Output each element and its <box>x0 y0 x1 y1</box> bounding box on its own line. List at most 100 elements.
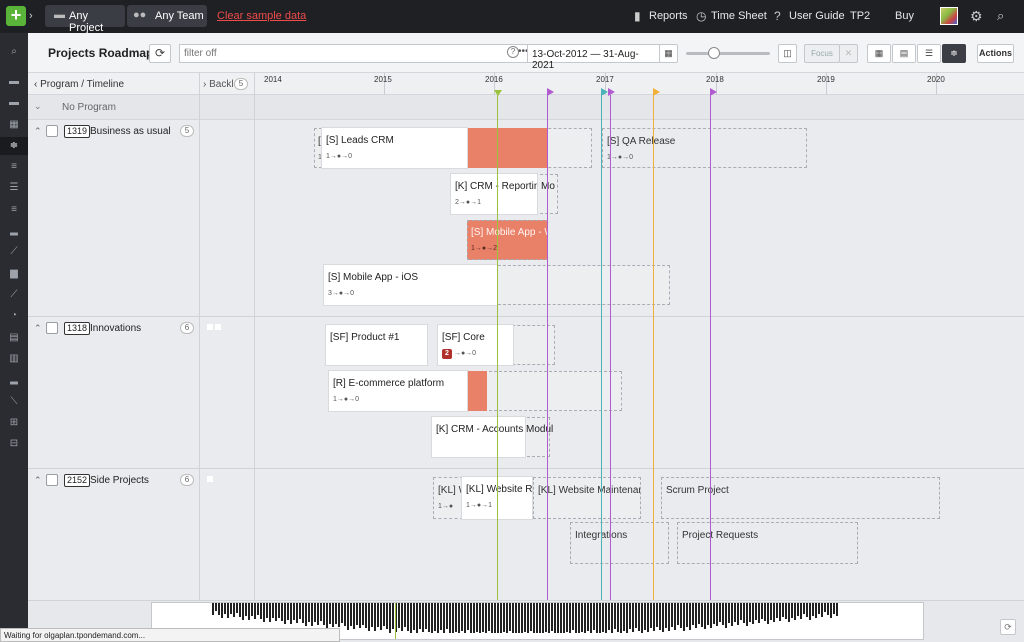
tree-icon[interactable]: ⊞ <box>7 417 21 429</box>
zoom-slider[interactable] <box>686 47 770 59</box>
lane-name[interactable]: Side Projects <box>90 475 149 486</box>
overview-bar <box>314 603 316 622</box>
chevron-up-icon[interactable]: ⌃ <box>34 475 42 486</box>
milestone-flag-icon[interactable] <box>608 88 615 96</box>
overview-bar <box>686 603 688 627</box>
gear-icon[interactable]: ⚙ <box>970 8 983 25</box>
card-name: [S] Leads CRM <box>326 135 394 146</box>
card-crm-reporting[interactable]: [K] CRM - Reporting 2→●→1 <box>451 174 537 214</box>
view-grid-button[interactable]: ▦ <box>867 44 891 63</box>
roadmap-bar-leads-crm-prev[interactable]: [ 1 <box>314 128 322 168</box>
roadmap-bar-integrations[interactable]: Integrations <box>570 522 669 564</box>
overview-bar <box>473 603 475 633</box>
tp2-link[interactable]: TP2 <box>850 10 870 22</box>
hierarchy-icon[interactable]: ⊟ <box>7 438 21 450</box>
reports-link[interactable]: Reports <box>649 10 688 22</box>
lane-id-badge[interactable]: 2152 <box>64 474 91 487</box>
team-selector[interactable]: ●● Any Team <box>127 5 207 27</box>
card-product-1[interactable]: [SF] Product #1 <box>326 325 427 365</box>
view-roadmap-button[interactable]: ≑ <box>942 44 966 63</box>
roadmap-bar-mobile-app-w[interactable]: [S] Mobile App - W 1→●→2 <box>467 220 548 260</box>
chart-alt-icon[interactable]: ▂ <box>7 374 21 386</box>
roadmap-bar-leads-crm[interactable] <box>467 128 592 168</box>
add-icon[interactable]: + <box>6 6 26 26</box>
lane-innovations[interactable]: ⌃ 1318 Innovations 6 <box>28 320 199 340</box>
roadmap-bar-kl-website-maintenance[interactable]: [KL] Website Maintenar <box>533 477 641 519</box>
help-icon[interactable]: ? <box>507 46 519 58</box>
roadmap-bar-qa-release[interactable]: [S] QA Release 1→●→0 <box>602 128 807 168</box>
lane-id-badge[interactable]: 1319 <box>64 125 91 138</box>
card-core[interactable]: [SF] Core 2 →●→0 <box>438 325 513 365</box>
folder-open-icon[interactable]: ▬ <box>7 97 21 109</box>
lane-checkbox[interactable] <box>46 322 58 334</box>
date-range-field[interactable]: 13-Oct-2012 — 31-Aug-2021 <box>527 44 660 71</box>
clear-sample-data-link[interactable]: Clear sample data <box>217 10 306 22</box>
milestone-flag-icon[interactable] <box>653 88 660 96</box>
view-details-button[interactable]: ▤ <box>892 44 916 63</box>
card-crm-accounts[interactable]: [K] CRM - Accounts Modul <box>432 417 553 457</box>
buy-link[interactable]: Buy <box>895 10 914 22</box>
reload-icon[interactable]: ⟳ <box>1000 619 1016 635</box>
zoom-slider-handle[interactable] <box>707 47 720 59</box>
overview-bar <box>428 603 430 632</box>
card-ecommerce[interactable]: [R] E-commerce platform 1→●→0 <box>329 371 467 411</box>
actions-button[interactable]: Actions <box>977 44 1014 63</box>
lane-checkbox[interactable] <box>46 474 58 486</box>
overview-bar <box>821 603 823 617</box>
burndown-icon[interactable]: ⟍ <box>7 396 21 408</box>
chart-lock-icon[interactable]: ▥ <box>7 353 21 365</box>
refresh-button[interactable]: ⟳ <box>149 44 171 63</box>
gauge-icon[interactable]: ◔ <box>7 310 21 322</box>
milestone-flag-icon[interactable] <box>601 88 608 96</box>
trend-chart-icon[interactable]: ⟋ <box>7 289 21 301</box>
lane-business-as-usual[interactable]: ⌃ 1319 Business as usual 5 <box>28 123 199 143</box>
roadmap-bar-kl-w[interactable]: [KL] W 1→● <box>433 477 464 519</box>
milestone-flag-icon[interactable] <box>547 88 554 96</box>
roadmap-icon[interactable]: ≑ <box>0 137 28 155</box>
timesheet-link[interactable]: Time Sheet <box>711 10 767 22</box>
focus-button[interactable]: Focus <box>804 44 840 63</box>
chevron-up-icon[interactable]: ⌃ <box>34 126 42 137</box>
list-icon[interactable]: ☰ <box>7 182 21 194</box>
view-list-button[interactable]: ☰ <box>917 44 941 63</box>
search-icon[interactable]: ⌕ <box>997 8 1004 24</box>
chevron-down-icon[interactable]: ⌄ <box>34 101 42 112</box>
user-guide-link[interactable]: User Guide <box>789 10 845 22</box>
column-chart-icon[interactable]: ▆ <box>7 268 21 280</box>
focus-clear-button[interactable]: ✕ <box>839 44 858 63</box>
chevron-right-icon[interactable]: › <box>29 10 39 24</box>
lane-name[interactable]: Innovations <box>90 323 141 334</box>
avatar[interactable] <box>940 7 958 25</box>
backlog-marker[interactable] <box>215 324 221 330</box>
lane-side-projects[interactable]: ⌃ 2152 Side Projects 6 <box>28 472 199 492</box>
board-icon[interactable]: ≡ <box>7 161 21 173</box>
folder-icon[interactable]: ▬ <box>7 76 21 88</box>
backlog-marker[interactable] <box>207 476 213 482</box>
no-program-row[interactable]: ⌄ No Program <box>28 95 1024 120</box>
overview-bar <box>692 603 694 625</box>
chevron-up-icon[interactable]: ⌃ <box>34 323 42 334</box>
bar-chart-icon[interactable]: ▂ <box>7 225 21 237</box>
card-mobile-app-ios[interactable]: [S] Mobile App - iOS 3→●→0 <box>324 265 497 305</box>
list-alt-icon[interactable]: ≡ <box>7 204 21 216</box>
lane-checkbox[interactable] <box>46 125 58 137</box>
program-timeline-header[interactable]: ‹ Program / Timeline <box>34 79 124 90</box>
lane-id-badge[interactable]: 1318 <box>64 322 91 335</box>
grid-icon[interactable]: ▦ <box>7 119 21 131</box>
report-lock-icon[interactable]: ▤ <box>7 332 21 344</box>
overview-bar <box>569 603 571 633</box>
search-icon[interactable]: ⌕ <box>7 46 21 58</box>
backlog-marker[interactable] <box>207 324 213 330</box>
milestone-flag-icon[interactable] <box>710 88 717 96</box>
line-chart-icon[interactable]: ⟋ <box>7 246 21 258</box>
roadmap-bar-project-requests[interactable]: Project Requests <box>677 522 858 564</box>
calendar-button[interactable]: ▦ <box>659 44 678 63</box>
project-selector[interactable]: ▬ Any Project <box>45 5 125 34</box>
roadmap-bar-scrum-project[interactable]: Scrum Project <box>661 477 940 519</box>
lane-name[interactable]: Business as usual <box>90 126 171 137</box>
filter-input[interactable] <box>179 44 535 63</box>
card-leads-crm[interactable]: [S] Leads CRM 1→●→0 <box>322 128 467 168</box>
overview-bar <box>596 603 598 633</box>
today-marker-icon[interactable] <box>494 90 502 96</box>
fit-view-button[interactable]: ◫ <box>778 44 797 63</box>
